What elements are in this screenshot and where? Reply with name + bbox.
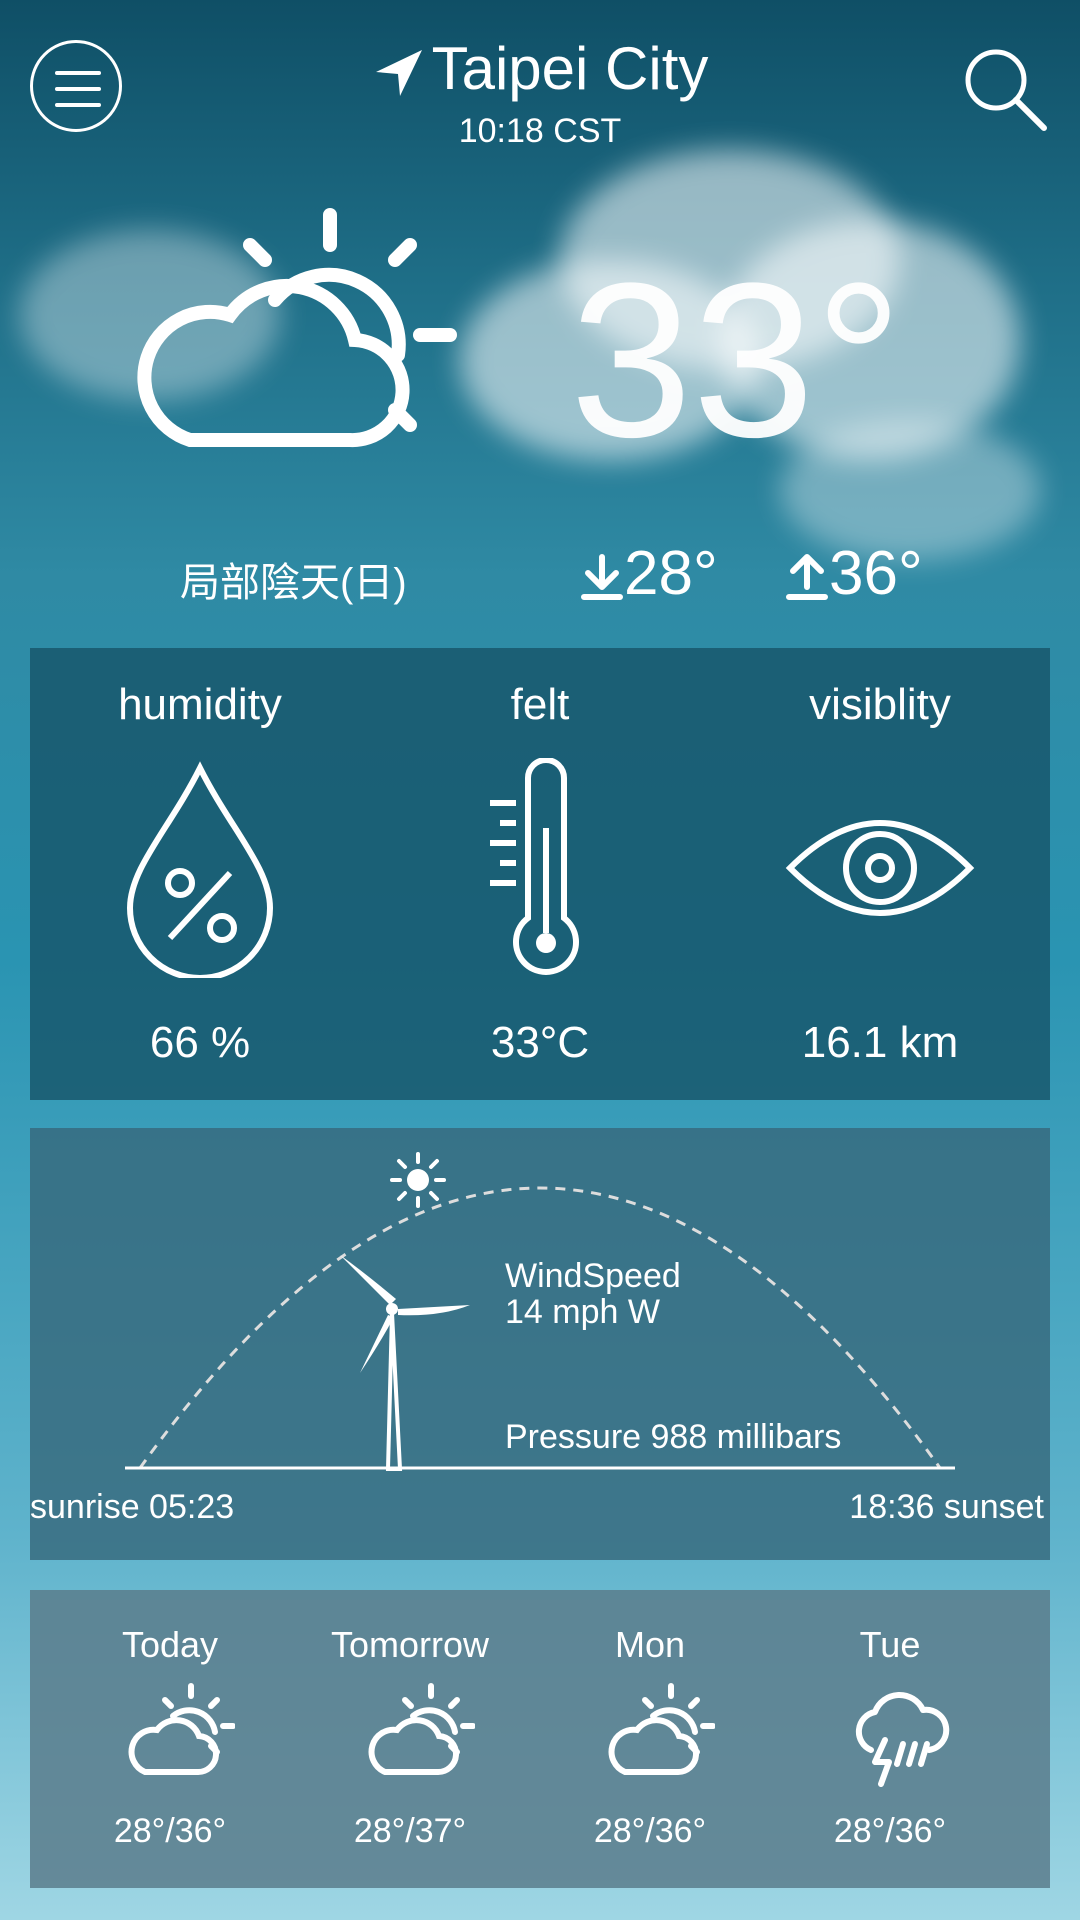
thunderstorm-icon xyxy=(855,1691,950,1787)
wind-info: WindSpeed 14 mph W xyxy=(505,1258,681,1330)
wind-turbine-icon xyxy=(340,1255,470,1471)
pressure-text: Pressure 988 millibars xyxy=(505,1418,842,1456)
stat-humidity: humidity 66 % xyxy=(30,648,370,1100)
stat-felt: felt 33°C xyxy=(370,648,710,1100)
forecast-range: 28°/36° xyxy=(833,1812,947,1850)
stats-panel: humidity 66 % felt 33°C visiblity 16.1 k… xyxy=(30,648,1050,1100)
stat-label: humidity xyxy=(118,680,282,729)
forecast-day-today[interactable]: Today 28°/36° xyxy=(50,1590,290,1888)
partly-cloudy-day-icon xyxy=(128,1683,235,1776)
search-button[interactable] xyxy=(958,42,1050,134)
sun-wind-panel: WindSpeed 14 mph W Pressure 988 millibar… xyxy=(30,1128,1050,1560)
city-name: Taipei City xyxy=(431,35,709,102)
forecast-panel: Today 28°/36° Tomorrow 28°/37° Mon 28°/3… xyxy=(30,1590,1050,1888)
partly-cloudy-day-icon xyxy=(368,1683,475,1776)
forecast-range: 28°/36° xyxy=(113,1812,227,1850)
condition-text: 局部陰天(日) xyxy=(180,561,407,605)
update-time: 10:18 CST xyxy=(458,112,622,150)
forecast-day-tue[interactable]: Tue 28°/36° xyxy=(770,1590,1010,1888)
thermometer-icon xyxy=(490,758,579,975)
download-arrow-icon xyxy=(581,553,623,600)
eye-icon xyxy=(785,820,975,916)
stat-value: 33°C xyxy=(490,1018,590,1067)
forecast-range: 28°/37° xyxy=(353,1812,467,1850)
search-icon xyxy=(965,49,1047,131)
forecast-day-mon[interactable]: Mon 28°/36° xyxy=(530,1590,770,1888)
forecast-day-tomorrow[interactable]: Tomorrow 28°/37° xyxy=(290,1590,530,1888)
wind-title: WindSpeed xyxy=(505,1257,681,1295)
forecast-day-name: Mon xyxy=(614,1624,686,1665)
forecast-day-name: Today xyxy=(121,1624,219,1665)
high-temp-value: 36° xyxy=(829,539,923,608)
sunrise-text: sunrise 05:23 xyxy=(30,1488,235,1526)
forecast-day-name: Tomorrow xyxy=(330,1624,490,1665)
upload-arrow-icon xyxy=(786,553,828,600)
sun-icon xyxy=(390,1152,446,1208)
sunset-text: 18:36 sunset xyxy=(849,1488,1044,1526)
stat-label: visiblity xyxy=(809,680,951,729)
partly-cloudy-day-icon xyxy=(137,208,457,448)
high-temperature: 36° xyxy=(785,538,923,609)
stat-value: 16.1 km xyxy=(801,1018,959,1067)
app-header: Taipei City 10:18 CST xyxy=(0,0,1080,180)
wind-value: 14 mph W xyxy=(505,1293,660,1331)
current-temperature: 33° xyxy=(570,237,903,483)
partly-cloudy-day-icon xyxy=(608,1683,715,1776)
low-temp-value: 28° xyxy=(624,539,718,608)
stat-value: 66 % xyxy=(149,1018,251,1067)
location-title[interactable]: Taipei City xyxy=(0,34,1080,103)
forecast-day-name: Tue xyxy=(859,1624,921,1665)
forecast-range: 28°/36° xyxy=(593,1812,707,1850)
location-arrow-icon xyxy=(375,50,422,97)
stat-label: felt xyxy=(510,680,570,729)
low-temperature: 28° xyxy=(580,538,718,609)
stat-visibility: visiblity 16.1 km xyxy=(710,648,1050,1100)
humidity-drop-icon xyxy=(126,761,274,978)
